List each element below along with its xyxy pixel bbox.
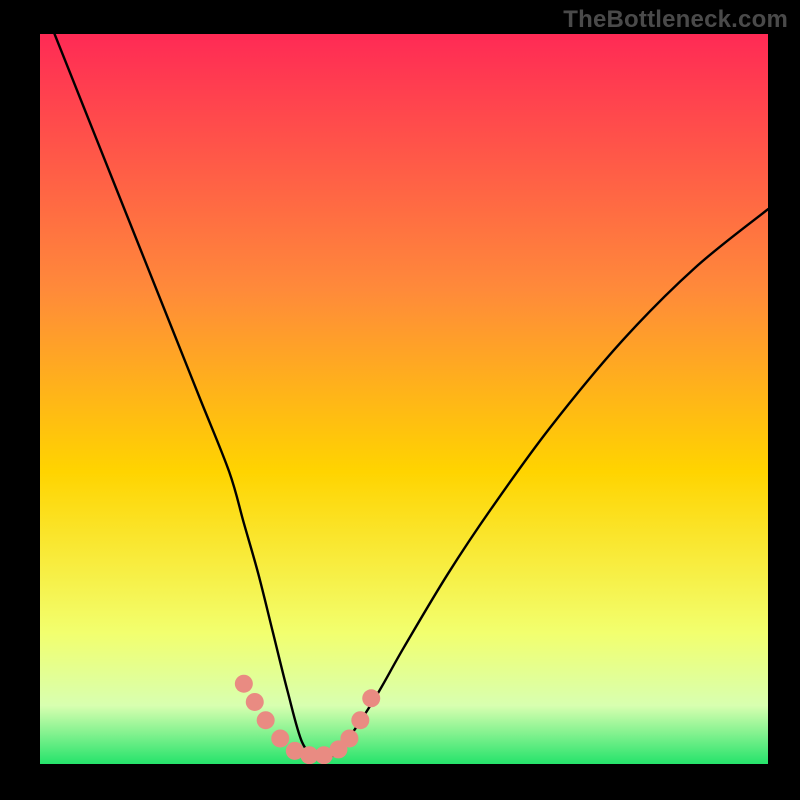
watermark-text: TheBottleneck.com bbox=[563, 6, 788, 34]
marker-dot bbox=[362, 689, 380, 707]
chart-stage: TheBottleneck.com bbox=[0, 0, 800, 800]
marker-dot bbox=[257, 711, 275, 729]
marker-dot bbox=[246, 693, 264, 711]
marker-dot bbox=[271, 729, 289, 747]
marker-dot bbox=[351, 711, 369, 729]
marker-dot bbox=[340, 729, 358, 747]
marker-dot bbox=[235, 675, 253, 693]
plot-background bbox=[40, 34, 768, 764]
bottleneck-plot bbox=[40, 34, 768, 764]
